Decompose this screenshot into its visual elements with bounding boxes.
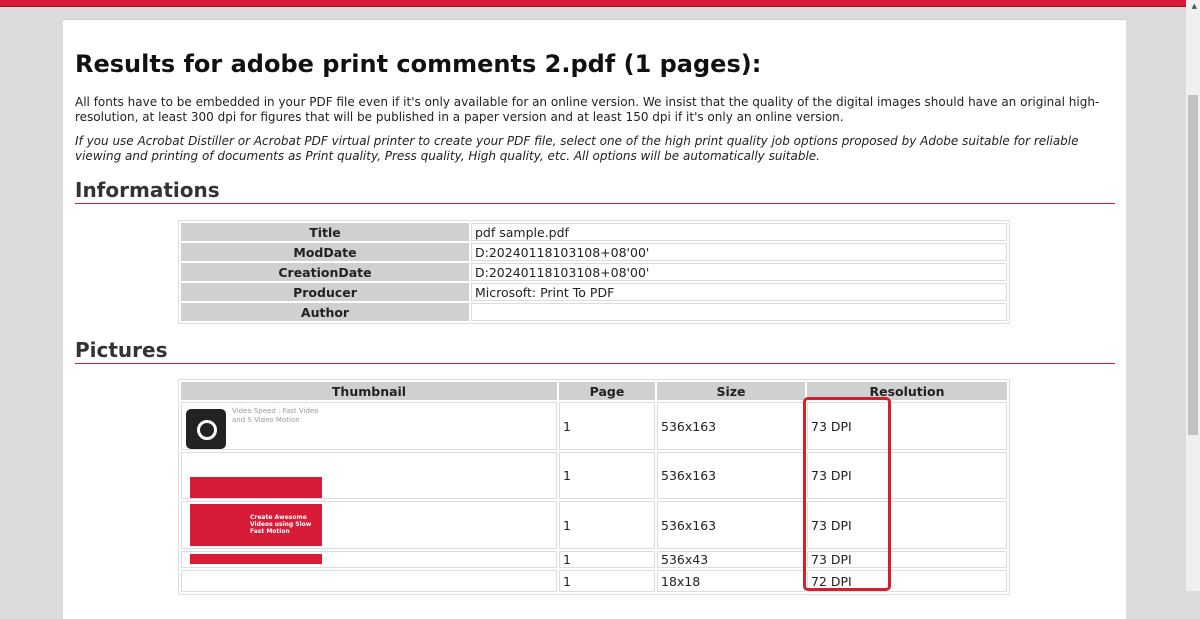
table-row: Producer Microsoft: Print To PDF (181, 283, 1007, 301)
thumbnail-text: Create Awesome Videos using Slow Fast Mo… (250, 514, 312, 535)
size-cell: 536x163 (657, 402, 805, 450)
header-page: Page (559, 382, 655, 400)
table-row: ModDate D:20240118103108+08'00' (181, 243, 1007, 261)
info-table: Title pdf sample.pdf ModDate D:20240118103… (178, 220, 1010, 324)
results-page: Results for adobe print comments 2.pdf (… (63, 19, 1126, 619)
header-thumbnail: Thumbnail (181, 382, 557, 400)
distiller-paragraph: If you use Acrobat Distiller or Acrobat … (75, 134, 1079, 163)
header-size: Size (657, 382, 805, 400)
info-value: D:20240118103108+08'00' (471, 243, 1007, 261)
thumbnail-image: Create Awesome Videos using Slow Fast Mo… (182, 502, 322, 548)
thumbnail-image: Video Speed : Fast Video and S Video Mot… (182, 403, 322, 449)
thumbnail-image (182, 453, 322, 498)
info-key: ModDate (181, 243, 469, 261)
page-cell: 1 (559, 551, 655, 568)
info-value: pdf sample.pdf (471, 223, 1007, 241)
thumbnail-image (181, 570, 557, 592)
info-key: Title (181, 223, 469, 241)
top-bar (0, 0, 1186, 7)
size-cell: 18x18 (657, 570, 805, 592)
fonts-paragraph: All fonts have to be embedded in your PD… (75, 95, 1100, 124)
info-value: D:20240118103108+08'00' (471, 263, 1007, 281)
size-cell: 536x163 (657, 452, 805, 499)
table-row: Author (181, 303, 1007, 321)
info-key: Author (181, 303, 469, 321)
pictures-heading: Pictures (75, 338, 1115, 364)
scrollbar[interactable]: ▲ (1186, 0, 1200, 591)
speedometer-icon (186, 409, 226, 449)
thumbnail-image (182, 552, 322, 567)
page-cell: 1 (559, 501, 655, 549)
page-title: Results for adobe print comments 2.pdf (… (75, 50, 762, 78)
info-value (471, 303, 1007, 321)
informations-heading: Informations (75, 178, 1115, 204)
table-row: Title pdf sample.pdf (181, 223, 1007, 241)
resolution-highlight-box (803, 397, 891, 591)
page-cell: 1 (559, 570, 655, 592)
info-key: CreationDate (181, 263, 469, 281)
scrollbar-thumb[interactable] (1188, 95, 1198, 435)
info-value: Microsoft: Print To PDF (471, 283, 1007, 301)
table-row: CreationDate D:20240118103108+08'00' (181, 263, 1007, 281)
page-cell: 1 (559, 402, 655, 450)
scroll-up-icon[interactable]: ▲ (1192, 2, 1197, 10)
size-cell: 536x163 (657, 501, 805, 549)
page-cell: 1 (559, 452, 655, 499)
thumbnail-text: Video Speed : Fast Video and S Video Mot… (232, 407, 319, 424)
size-cell: 536x43 (657, 551, 805, 568)
info-key: Producer (181, 283, 469, 301)
